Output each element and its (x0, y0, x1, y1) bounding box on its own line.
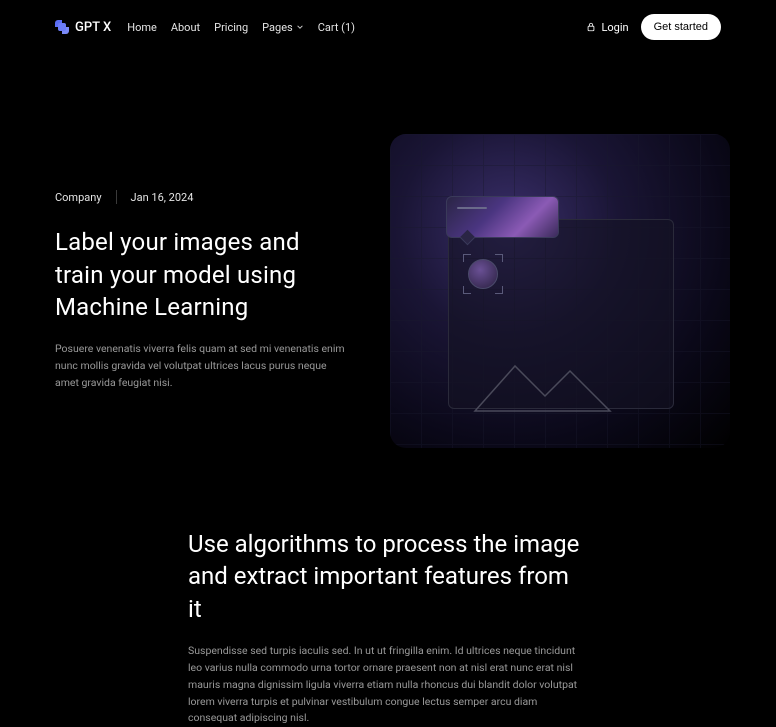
illustration-circle (468, 259, 498, 289)
nav-links: Home About Pricing Pages Cart (1) (127, 21, 355, 34)
meta-divider (116, 190, 117, 204)
nav-home[interactable]: Home (127, 21, 157, 34)
section-description: Suspendisse sed turpis iaculis sed. In u… (188, 643, 588, 727)
logo-icon (55, 20, 69, 34)
nav-right: Login Get started (586, 14, 721, 40)
get-started-button[interactable]: Get started (641, 14, 721, 40)
hero-illustration (390, 134, 730, 448)
nav-about[interactable]: About (171, 21, 200, 34)
nav-pricing[interactable]: Pricing (214, 21, 248, 34)
hero-section: Company Jan 16, 2024 Label your images a… (0, 54, 776, 498)
brand-name: GPT X (75, 20, 111, 35)
crop-corner-icon (463, 254, 471, 262)
top-nav: GPT X Home About Pricing Pages Cart (1) … (0, 0, 776, 54)
illustration-popup (446, 196, 559, 238)
section-title: Use algorithms to process the image and … (188, 528, 588, 625)
hero-title: Label your images and train your model u… (55, 226, 350, 323)
nav-pages[interactable]: Pages (262, 21, 304, 34)
hero-illustration-wrap (390, 134, 730, 448)
mountains-icon (470, 346, 650, 416)
post-date: Jan 16, 2024 (131, 191, 194, 204)
hero-description: Posuere venenatis viverra felis quam at … (55, 341, 350, 391)
brand-logo[interactable]: GPT X (55, 20, 111, 35)
post-category: Company (55, 191, 102, 204)
crop-corner-icon (463, 286, 471, 294)
nav-cart[interactable]: Cart (1) (318, 21, 355, 34)
hero-content: Company Jan 16, 2024 Label your images a… (55, 190, 350, 392)
lock-icon (586, 22, 596, 32)
post-meta: Company Jan 16, 2024 (55, 190, 350, 204)
login-link[interactable]: Login (586, 21, 628, 34)
login-label: Login (601, 21, 628, 34)
content-section: Use algorithms to process the image and … (0, 498, 776, 727)
chevron-down-icon (296, 23, 304, 31)
crop-corner-icon (495, 286, 503, 294)
crop-corner-icon (495, 254, 503, 262)
nav-pages-label: Pages (262, 21, 293, 34)
